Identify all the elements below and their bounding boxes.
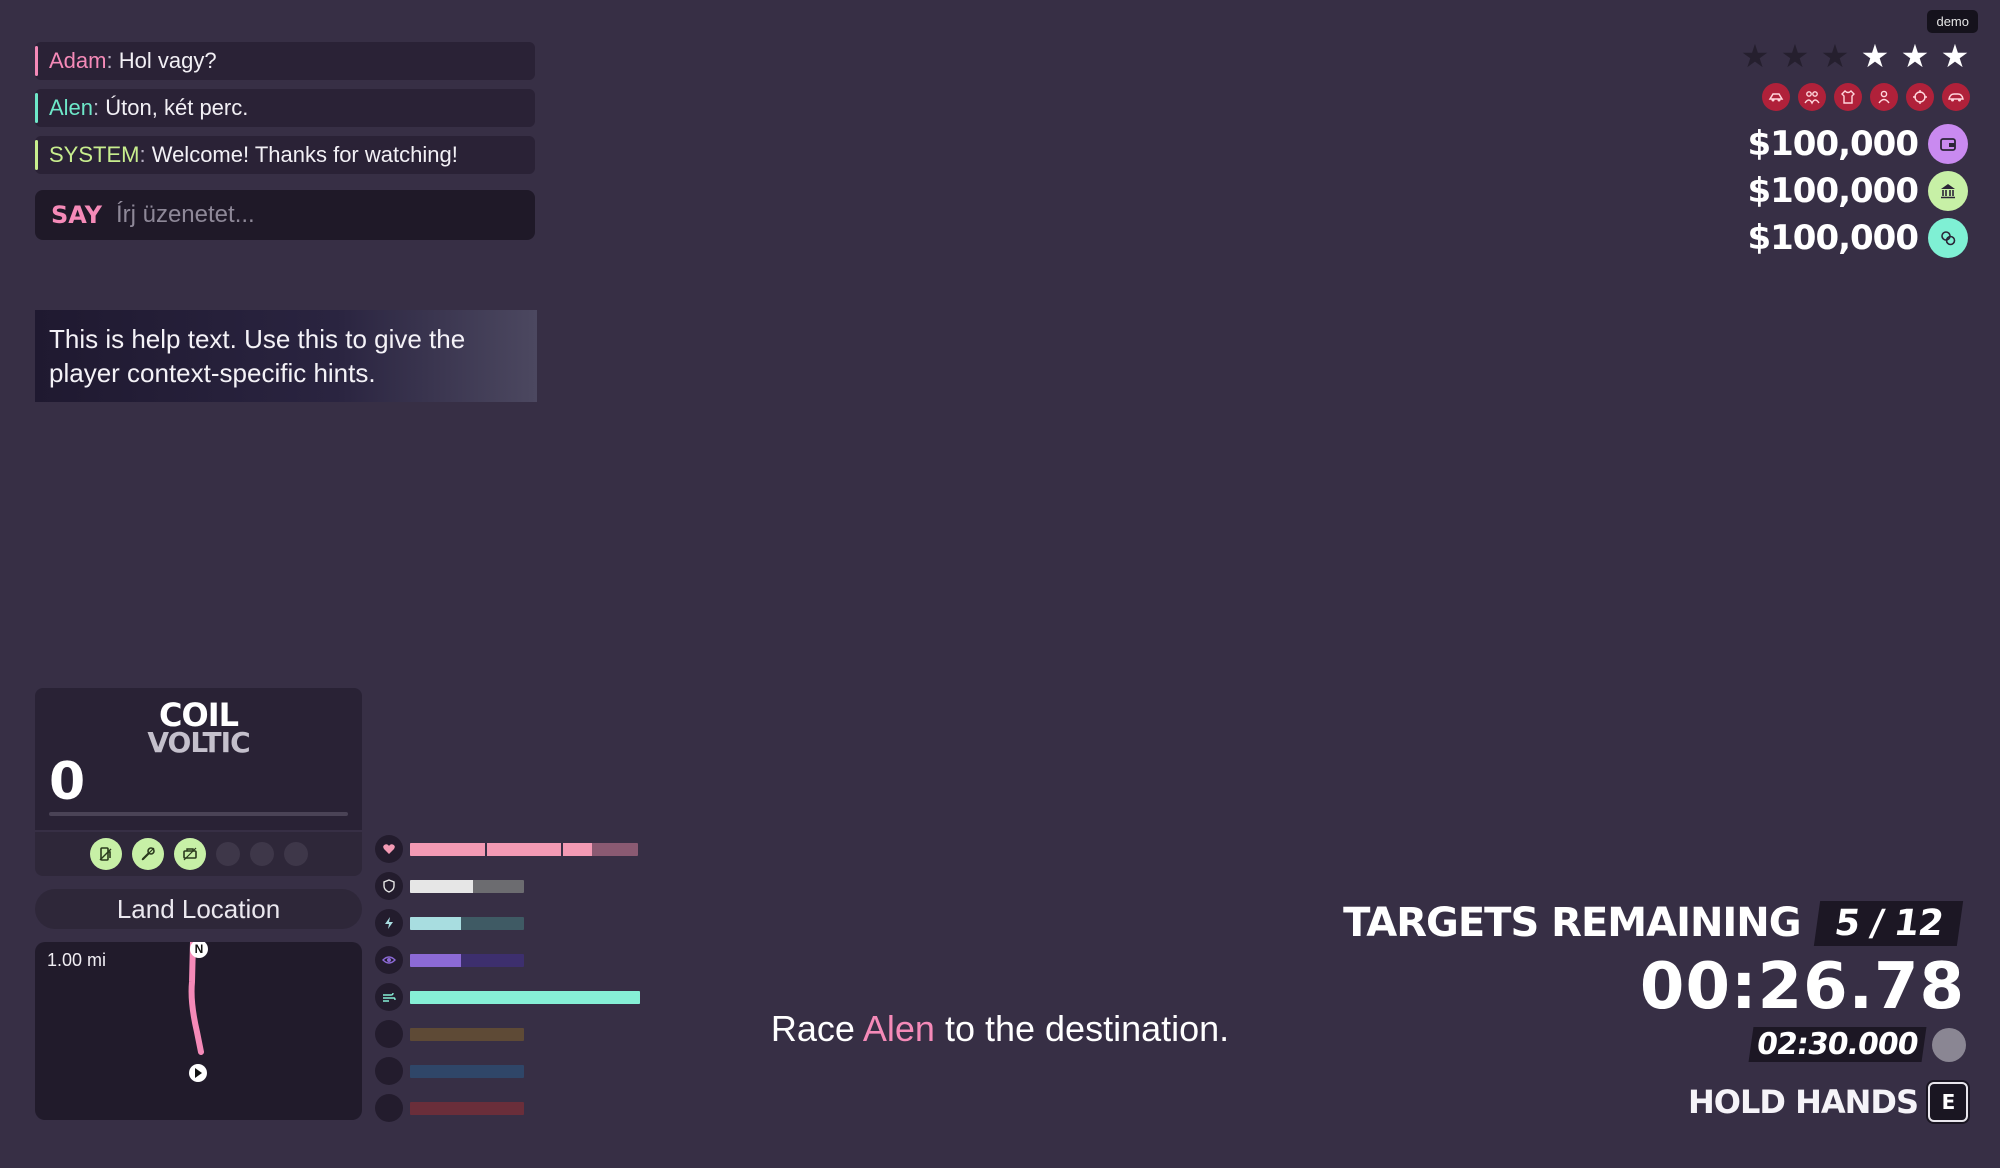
- bank-row: $100,000: [1747, 171, 1968, 211]
- chat-author: Adam: [49, 48, 107, 73]
- car-icon: [1942, 83, 1970, 111]
- star-filled-icon: ★: [1860, 38, 1890, 74]
- stamina-bar: [375, 909, 524, 937]
- targets-label: TARGETS REMAINING: [1343, 900, 1802, 946]
- wrench-icon: [131, 838, 164, 870]
- player-arrow-icon: [189, 1064, 207, 1082]
- action-hint: HOLD HANDS E: [1688, 1082, 1968, 1122]
- fuel-icon: [89, 838, 122, 870]
- vehicle-status-icons: [35, 832, 362, 876]
- chat-accent-bar: [35, 93, 38, 123]
- chat-text: Welcome! Thanks for watching!: [145, 142, 458, 167]
- star-filled-icon: ★: [1940, 38, 1970, 74]
- eye-icon: [375, 946, 403, 974]
- coins-value: $100,000: [1747, 218, 1919, 258]
- shirt-icon: [1834, 83, 1862, 111]
- star-empty-icon: ★: [1780, 38, 1810, 74]
- status-bar-7: [375, 1057, 524, 1085]
- chat-accent-bar: [35, 46, 38, 76]
- stopwatch-icon: [1932, 1027, 1966, 1062]
- sub-timer-value: 02:30.000: [1749, 1027, 1927, 1062]
- cash-row: $100,000: [1747, 124, 1968, 164]
- empty-icon: [375, 1057, 403, 1085]
- engine-icon: [173, 838, 206, 870]
- objective-before: Race: [770, 1008, 863, 1049]
- location-label: Land Location: [35, 889, 362, 929]
- person-icon: [1870, 83, 1898, 111]
- sub-timer: 02:30.000: [1749, 1027, 1966, 1062]
- hint-key[interactable]: E: [1928, 1082, 1968, 1122]
- coins-row: $100,000: [1747, 218, 1968, 258]
- stealth-bar: [375, 946, 524, 974]
- chat-text: Hol vagy?: [112, 48, 217, 73]
- status-bar-8: [375, 1094, 524, 1122]
- objective-after: to the destination.: [934, 1008, 1230, 1049]
- cash-value: $100,000: [1747, 124, 1919, 164]
- chat-message: Adam: Hol vagy?: [35, 42, 535, 80]
- empty-slot-icon: [249, 842, 274, 866]
- chat-input[interactable]: [113, 200, 498, 230]
- hint-label: HOLD HANDS: [1687, 1083, 1919, 1121]
- offense-icons: [1762, 83, 1970, 111]
- race-timer: 00:26.78: [1639, 950, 1965, 1024]
- lung-bar: [375, 983, 640, 1011]
- armor-bar: [375, 872, 524, 900]
- health-bar: [375, 835, 638, 863]
- chat-message: Alen: Úton, két perc.: [35, 89, 535, 127]
- vehicle-speed: 0: [49, 752, 85, 812]
- chat-message: SYSTEM: Welcome! Thanks for watching!: [35, 136, 535, 174]
- star-filled-icon: ★: [1900, 38, 1930, 74]
- heart-icon: [375, 835, 403, 863]
- star-empty-icon: ★: [1740, 38, 1770, 74]
- lightning-icon: [375, 909, 403, 937]
- bank-icon: [1928, 171, 1968, 211]
- demo-badge: demo: [1927, 10, 1978, 33]
- chat-author: SYSTEM: [49, 142, 140, 167]
- speed-bar: [49, 812, 348, 816]
- wallet-icon: [1928, 124, 1968, 164]
- objective-target-name: Alen: [862, 1008, 935, 1049]
- say-label: SAY: [51, 201, 102, 229]
- group-icon: [1798, 83, 1826, 111]
- wanted-stars: ★ ★ ★ ★ ★ ★: [1740, 40, 1970, 72]
- chat-text: Úton, két perc.: [99, 95, 249, 120]
- targets-count: 5 / 12: [1813, 900, 1964, 946]
- empty-slot-icon: [283, 842, 308, 866]
- help-text: This is help text. Use this to give the …: [35, 310, 537, 402]
- vehicle-panel: COIL VOLTIC 0: [35, 688, 362, 830]
- chat-accent-bar: [35, 140, 38, 170]
- wind-icon: [375, 983, 403, 1011]
- chat-input-box[interactable]: SAY: [35, 190, 535, 240]
- crosshair-icon: [1906, 83, 1934, 111]
- empty-icon: [375, 1094, 403, 1122]
- speeding-car-icon: [1762, 83, 1790, 111]
- shield-icon: [375, 872, 403, 900]
- chat-author: Alen: [49, 95, 94, 120]
- star-empty-icon: ★: [1820, 38, 1850, 74]
- bank-value: $100,000: [1747, 171, 1919, 211]
- empty-slot-icon: [215, 842, 240, 866]
- coins-icon: [1928, 218, 1968, 258]
- targets-remaining: TARGETS REMAINING 5 / 12: [1343, 900, 1964, 946]
